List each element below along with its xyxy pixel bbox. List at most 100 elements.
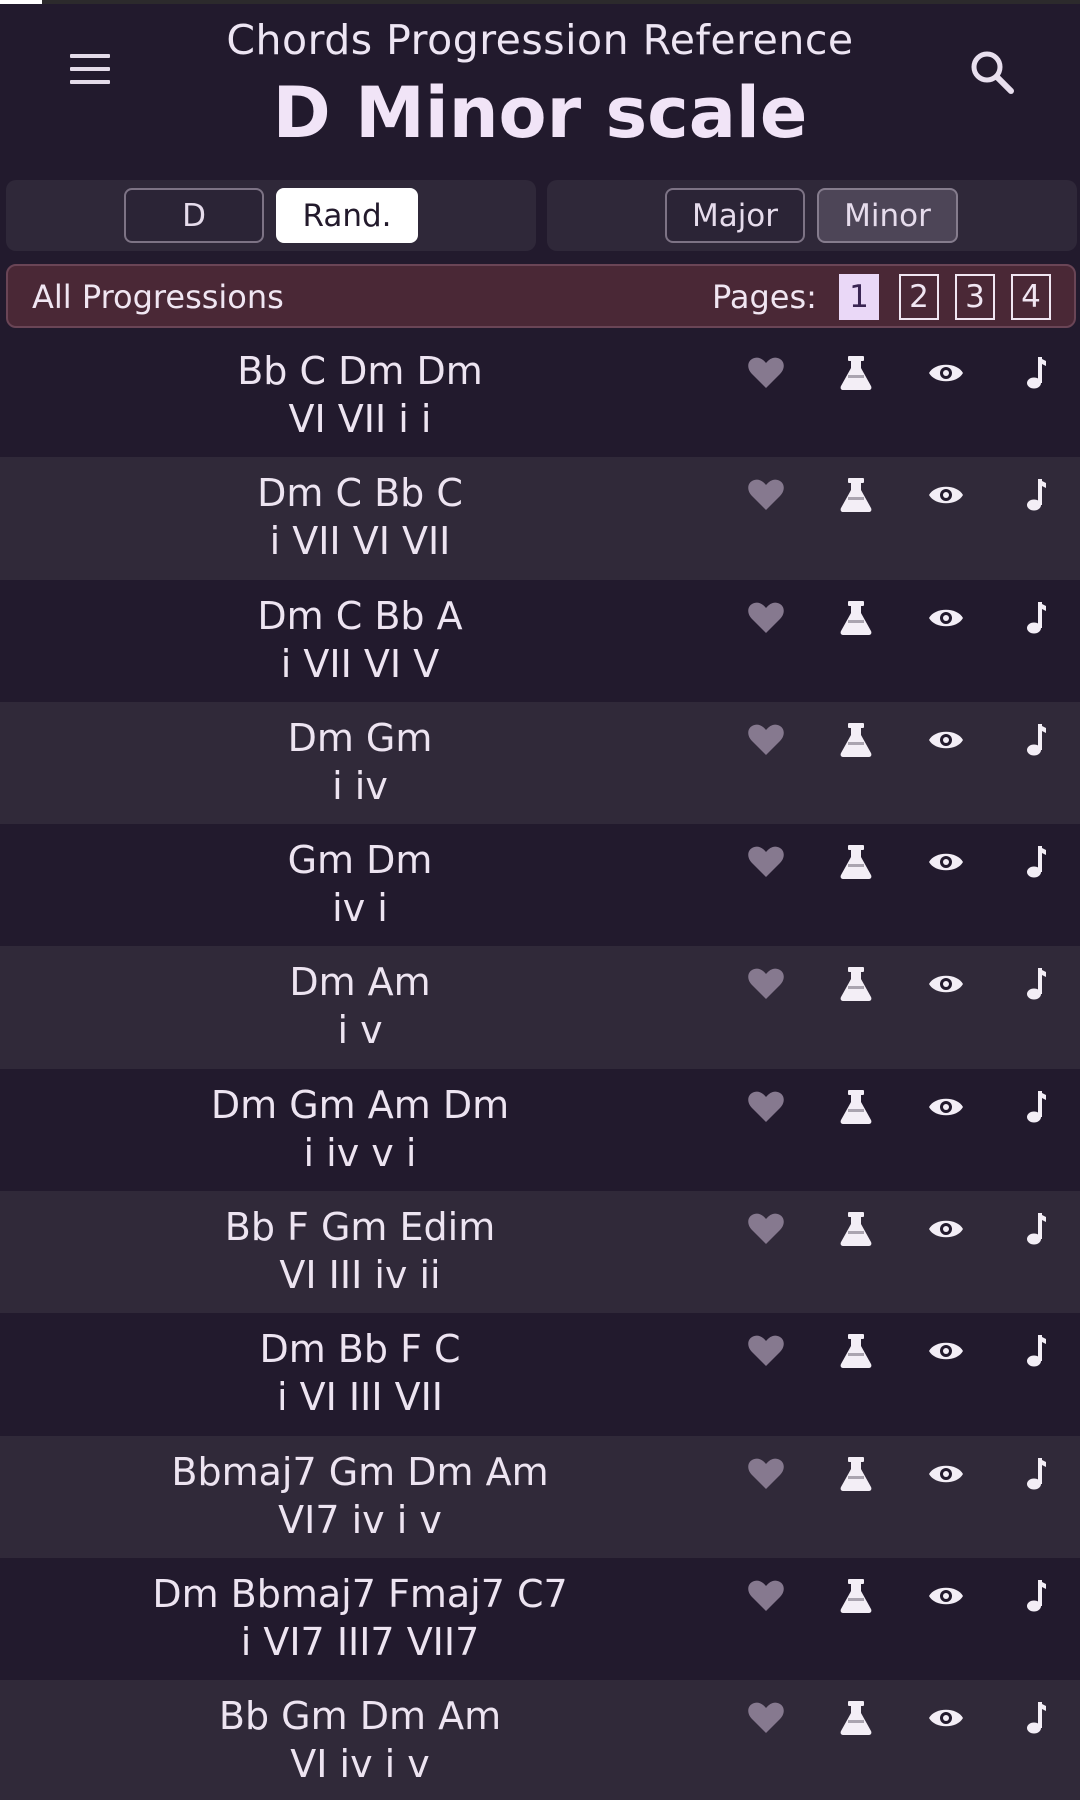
roman-numerals: VI7 iv i v: [278, 1497, 442, 1542]
progressions-header-bar: All Progressions Pages: 1 2 3 4: [6, 264, 1076, 328]
app-header: Chords Progression Reference D Minor sca…: [0, 0, 1080, 172]
heart-icon[interactable]: [746, 1209, 786, 1249]
chord-names: Dm Gm: [287, 715, 433, 760]
page-button-2[interactable]: 2: [899, 274, 939, 320]
flask-icon[interactable]: [836, 598, 876, 638]
flask-icon[interactable]: [836, 1698, 876, 1738]
eye-icon[interactable]: [926, 964, 966, 1004]
scale-title: D Minor scale: [272, 72, 808, 154]
heart-icon[interactable]: [746, 1331, 786, 1371]
music-note-icon[interactable]: [1016, 1209, 1056, 1249]
eye-icon[interactable]: [926, 1209, 966, 1249]
heart-icon[interactable]: [746, 964, 786, 1004]
chord-names: Bb F Gm Edim: [224, 1205, 496, 1250]
eye-icon[interactable]: [926, 1576, 966, 1616]
music-note-icon[interactable]: [1016, 720, 1056, 760]
flask-icon[interactable]: [836, 842, 876, 882]
progression-row[interactable]: Bb Gm Dm Am VI iv i v: [0, 1680, 1080, 1800]
chord-names: Dm Gm Am Dm: [210, 1082, 510, 1127]
eye-icon[interactable]: [926, 1698, 966, 1738]
progression-row[interactable]: Dm Gm Am Dm i iv v i: [0, 1068, 1080, 1192]
roman-numerals: VI VII i i: [288, 397, 432, 441]
roman-numerals: i iv v i: [303, 1130, 417, 1175]
flask-icon[interactable]: [836, 353, 876, 393]
flask-icon[interactable]: [836, 964, 876, 1004]
progression-row[interactable]: Dm Gm i iv: [0, 701, 1080, 825]
chord-names: Bb C Dm Dm: [237, 349, 483, 393]
roman-numerals: VI III iv ii: [279, 1253, 441, 1298]
eye-icon[interactable]: [926, 1454, 966, 1494]
chord-names: Dm Bb F C: [259, 1327, 461, 1372]
key-d-button[interactable]: D: [124, 188, 264, 243]
progression-list: Bb C Dm Dm VI VII i i Dm C Bb C i VII VI…: [0, 335, 1080, 1800]
music-note-icon[interactable]: [1016, 1698, 1056, 1738]
music-note-icon[interactable]: [1016, 1087, 1056, 1127]
progression-row[interactable]: Dm C Bb C i VII VI VII: [0, 457, 1080, 580]
heart-icon[interactable]: [746, 1454, 786, 1494]
eye-icon[interactable]: [926, 475, 966, 515]
chord-names: Gm Dm: [287, 838, 433, 883]
eye-icon[interactable]: [926, 1087, 966, 1127]
music-note-icon[interactable]: [1016, 964, 1056, 1004]
music-note-icon[interactable]: [1016, 1576, 1056, 1616]
major-mode-button[interactable]: Major: [665, 188, 805, 243]
roman-numerals: i v: [337, 1008, 383, 1053]
music-note-icon[interactable]: [1016, 353, 1056, 393]
roman-numerals: i VI III VII: [276, 1375, 444, 1420]
heart-icon[interactable]: [746, 1576, 786, 1616]
chord-names: Dm Am: [289, 960, 431, 1005]
music-note-icon[interactable]: [1016, 842, 1056, 882]
all-progressions-label: All Progressions: [32, 278, 284, 316]
app-title: Chords Progression Reference: [226, 16, 854, 64]
eye-icon[interactable]: [926, 720, 966, 760]
music-note-icon[interactable]: [1016, 1331, 1056, 1371]
roman-numerals: iv i: [332, 886, 388, 931]
chord-names: Dm Bbmaj7 Fmaj7 C7: [152, 1571, 568, 1616]
eye-icon[interactable]: [926, 842, 966, 882]
flask-icon[interactable]: [836, 1331, 876, 1371]
flask-icon[interactable]: [836, 1209, 876, 1249]
chord-names: Bb Gm Dm Am: [218, 1694, 502, 1739]
heart-icon[interactable]: [746, 475, 786, 515]
flask-icon[interactable]: [836, 1576, 876, 1616]
search-icon[interactable]: [966, 46, 1018, 98]
progression-row[interactable]: Bb C Dm Dm VI VII i i: [0, 335, 1080, 458]
random-key-button[interactable]: Rand.: [276, 188, 418, 243]
heart-icon[interactable]: [746, 598, 786, 638]
page-button-4[interactable]: 4: [1011, 274, 1051, 320]
roman-numerals: i VI7 III7 VII7: [240, 1619, 480, 1664]
chord-names: Dm C Bb C: [257, 471, 463, 516]
progression-row[interactable]: Dm Bb F C i VI III VII: [0, 1313, 1080, 1436]
progression-row[interactable]: Dm Bbmaj7 Fmaj7 C7 i VI7 III7 VII7: [0, 1557, 1080, 1681]
progression-row[interactable]: Dm Am i v: [0, 946, 1080, 1069]
music-note-icon[interactable]: [1016, 1454, 1056, 1494]
music-note-icon[interactable]: [1016, 475, 1056, 515]
eye-icon[interactable]: [926, 598, 966, 638]
page-button-3[interactable]: 3: [955, 274, 995, 320]
page-button-1[interactable]: 1: [839, 274, 879, 320]
heart-icon[interactable]: [746, 1087, 786, 1127]
progression-row[interactable]: Dm C Bb A i VII VI V: [0, 579, 1080, 702]
flask-icon[interactable]: [836, 1087, 876, 1127]
music-note-icon[interactable]: [1016, 598, 1056, 638]
heart-icon[interactable]: [746, 720, 786, 760]
progression-row[interactable]: Bbmaj7 Gm Dm Am VI7 iv i v: [0, 1435, 1080, 1558]
key-selector-panel: D Rand.: [6, 180, 536, 251]
chord-names: Dm C Bb A: [257, 593, 463, 638]
flask-icon[interactable]: [836, 720, 876, 760]
heart-icon[interactable]: [746, 353, 786, 393]
mode-selector-panel: Major Minor: [547, 180, 1077, 251]
progression-row[interactable]: Gm Dm iv i: [0, 824, 1080, 947]
minor-mode-button[interactable]: Minor: [817, 188, 958, 243]
roman-numerals: VI iv i v: [290, 1742, 430, 1787]
flask-icon[interactable]: [836, 1454, 876, 1494]
eye-icon[interactable]: [926, 1331, 966, 1371]
eye-icon[interactable]: [926, 353, 966, 393]
flask-icon[interactable]: [836, 475, 876, 515]
heart-icon[interactable]: [746, 842, 786, 882]
chord-names: Bbmaj7 Gm Dm Am: [171, 1449, 549, 1494]
roman-numerals: i iv: [332, 763, 388, 808]
roman-numerals: i VII VI VII: [269, 519, 451, 564]
heart-icon[interactable]: [746, 1698, 786, 1738]
progression-row[interactable]: Bb F Gm Edim VI III iv ii: [0, 1191, 1080, 1314]
